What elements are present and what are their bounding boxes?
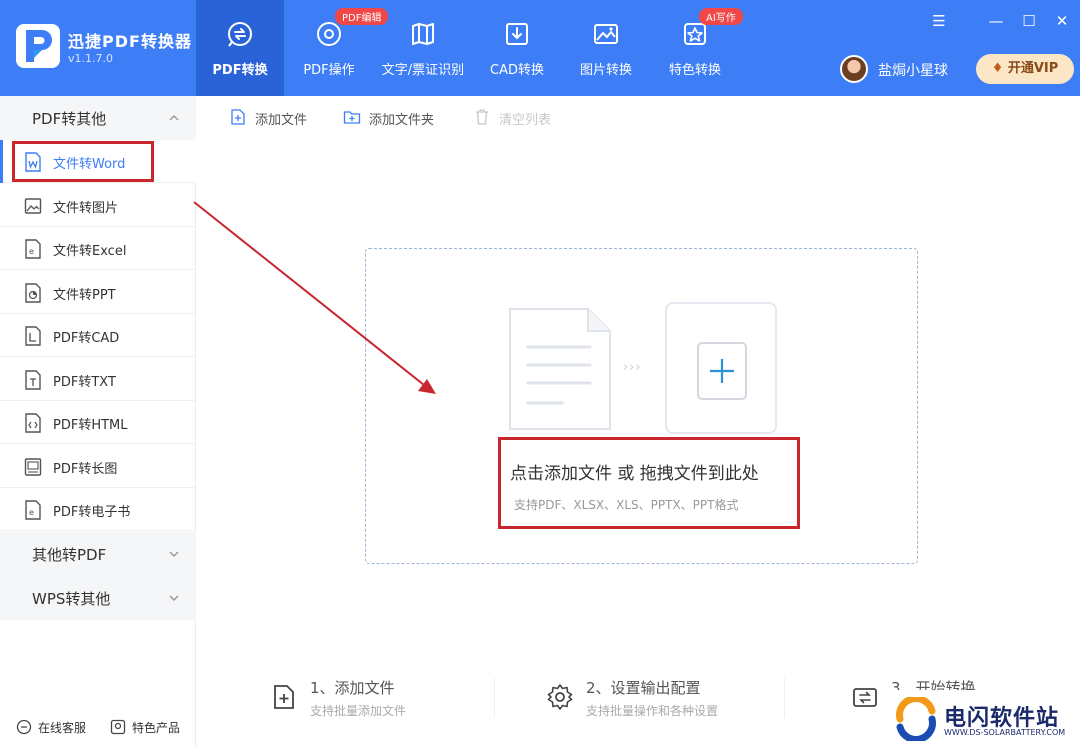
app-version: v1.1.7.0: [68, 52, 113, 65]
step-divider: [494, 678, 495, 718]
ai-writing-badge: AI写作: [699, 8, 743, 25]
sidebar-group-other-to-pdf[interactable]: 其他转PDF: [0, 532, 196, 576]
chevron-up-icon: [169, 114, 179, 121]
group-label: PDF转其他: [32, 110, 107, 128]
sidebar-item-file-to-excel[interactable]: e 文件转Excel: [0, 227, 196, 270]
tab-label: 图片转换: [579, 63, 632, 78]
add-folder-label: 添加文件夹: [369, 113, 435, 128]
arrow-hint-icon: ›››: [623, 360, 642, 375]
title-bar: 迅捷PDF转换器 v1.1.7.0 PDF转换 PDF操作 PDF编辑 文字/票…: [0, 0, 1080, 96]
convert-icon: [853, 688, 877, 707]
sidebar-item-pdf-to-ebook[interactable]: e PDF转电子书: [0, 488, 196, 531]
add-file-card[interactable]: [665, 302, 777, 434]
sidebar-item-pdf-to-html[interactable]: PDF转HTML: [0, 401, 196, 444]
svg-text:e: e: [29, 247, 34, 256]
tab-label: PDF操作: [303, 63, 355, 78]
image-icon: [594, 24, 618, 44]
username[interactable]: 盐焗小星球: [878, 60, 948, 80]
active-indicator: [0, 140, 3, 183]
chevron-down-icon: [169, 551, 179, 558]
image-file-icon: [24, 198, 42, 214]
add-file-icon: [274, 685, 294, 709]
add-file-frame: [697, 342, 747, 400]
sidebar-item-label: PDF转HTML: [53, 418, 128, 433]
sidebar-item-pdf-to-cad[interactable]: PDF转CAD: [0, 314, 196, 357]
settings-gear-icon: [547, 684, 573, 710]
featured-products-label: 特色产品: [132, 721, 181, 735]
tab-label: CAD转换: [490, 63, 544, 78]
avatar[interactable]: [840, 55, 868, 83]
excel-file-icon: e: [25, 239, 41, 259]
add-file-label: 添加文件: [255, 113, 308, 128]
app-logo: [16, 24, 60, 68]
ocr-icon: [412, 23, 434, 45]
sidebar-item-label: PDF转长图: [53, 462, 118, 477]
sidebar-item-label: PDF转电子书: [53, 505, 131, 520]
step-divider: [784, 678, 785, 718]
txt-file-icon: [25, 370, 41, 390]
add-folder-icon: [343, 111, 361, 124]
html-file-icon: [25, 413, 41, 433]
sidebar-item-label: PDF转CAD: [53, 331, 120, 346]
chat-bubble-icon: [16, 719, 32, 735]
highlight-box-dropzone: [498, 437, 800, 529]
cad-file-icon: [25, 326, 41, 346]
sidebar-item-label: 文件转PPT: [53, 288, 116, 303]
group-label: 其他转PDF: [32, 546, 107, 564]
tab-ocr[interactable]: 文字/票证识别: [379, 0, 467, 96]
trash-icon: [476, 109, 488, 125]
sidebar-item-file-to-image[interactable]: 文件转图片: [0, 184, 196, 227]
step-subtitle: 支持批量添加文件: [310, 704, 407, 718]
tab-label: 文字/票证识别: [381, 63, 465, 78]
tab-label: 特色转换: [668, 63, 721, 78]
document-illustration-icon: [509, 308, 611, 430]
sidebar: PDF转其他 文件转Word 文件转图片 e 文件转Excel 文件转PPT P…: [0, 96, 196, 747]
chevron-down-icon: [169, 595, 179, 602]
step-subtitle: 支持批量操作和各种设置: [586, 704, 719, 718]
diamond-icon: ♦: [991, 61, 1004, 76]
plus-icon: [710, 359, 734, 383]
cad-icon: [506, 23, 528, 45]
product-icon: [110, 719, 126, 735]
vip-label: 开通VIP: [1007, 61, 1059, 76]
svg-text:e: e: [29, 508, 34, 517]
sidebar-item-label: 文件转图片: [53, 201, 119, 216]
maximize-icon[interactable]: ☐: [1018, 10, 1040, 32]
group-label: WPS转其他: [32, 590, 111, 608]
online-service-label: 在线客服: [38, 721, 87, 735]
watermark-url: WWW.DS-SOLARBATTERY.COM: [944, 728, 1066, 737]
app-name: 迅捷PDF转换器: [68, 32, 192, 51]
tab-cad[interactable]: CAD转换: [473, 0, 561, 96]
long-image-icon: [24, 458, 42, 476]
menu-icon[interactable]: ☰: [928, 10, 950, 32]
tab-image[interactable]: 图片转换: [562, 0, 650, 96]
pdf-logo-icon: [26, 30, 52, 62]
open-vip-button[interactable]: ♦ 开通VIP: [976, 54, 1074, 84]
clear-list-label: 清空列表: [499, 113, 552, 128]
sidebar-item-pdf-to-txt[interactable]: PDF转TXT: [0, 358, 196, 401]
step-title: 1、添加文件: [310, 679, 395, 697]
sidebar-item-label: 文件转Excel: [53, 244, 127, 259]
add-file-icon: [231, 109, 245, 125]
highlight-box-word: [12, 141, 154, 182]
ebook-icon: e: [25, 500, 41, 520]
sidebar-group-pdf-to-other[interactable]: PDF转其他: [0, 96, 196, 140]
sidebar-item-pdf-to-long-image[interactable]: PDF转长图: [0, 445, 196, 488]
tab-pdf-convert[interactable]: PDF转换: [196, 0, 284, 96]
ppt-file-icon: [25, 283, 41, 303]
sidebar-group-wps-to-other[interactable]: WPS转其他: [0, 576, 196, 620]
watermark-logo: [896, 697, 936, 741]
step-title: 2、设置输出配置: [586, 679, 701, 697]
sidebar-item-label: PDF转TXT: [53, 375, 116, 390]
pdf-convert-icon: [228, 22, 252, 47]
tab-label: PDF转换: [212, 63, 268, 78]
minimize-icon[interactable]: —: [985, 10, 1007, 32]
sidebar-item-file-to-ppt[interactable]: 文件转PPT: [0, 271, 196, 314]
close-icon[interactable]: ✕: [1051, 10, 1073, 32]
